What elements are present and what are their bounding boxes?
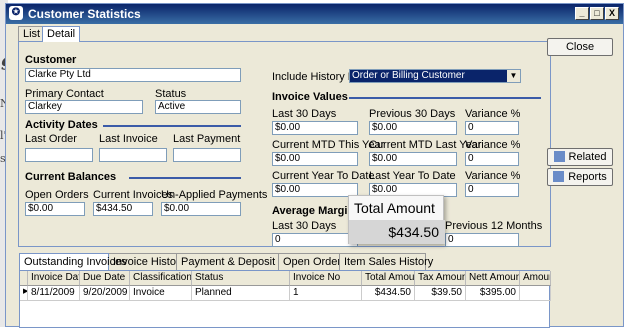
table-cell[interactable]: $395.00 <box>466 286 520 301</box>
window-title: Customer Statistics <box>28 7 141 21</box>
table-cell[interactable]: 8/11/2009 <box>28 286 80 301</box>
detail-panel: Customer Clarke Pty Ltd Primary Contact … <box>18 41 551 247</box>
related-icon <box>553 151 565 162</box>
column-header[interactable]: Invoice Date <box>28 271 80 286</box>
previous-12-months-label: Previous 12 Months <box>445 220 543 232</box>
unapplied-payments-label: Un-Applied Payments <box>161 189 268 201</box>
app-icon: ✪ <box>9 6 23 20</box>
tab-open-orders[interactable]: Open Orders <box>278 253 347 270</box>
column-header[interactable]: Amour <box>520 271 551 286</box>
average-last-30-days-field[interactable]: 0 <box>272 233 358 247</box>
include-history-value: Order or Billing Customer <box>352 70 465 81</box>
primary-contact-label: Primary Contact <box>25 88 104 100</box>
average-last-30-days-label: Last 30 Days <box>272 220 337 232</box>
variance-label: Variance % <box>465 170 521 182</box>
current-invoices-field[interactable]: $434.50 <box>93 202 153 216</box>
invoices-grid: Invoice Date Due Date Classification Sta… <box>19 270 551 328</box>
current-ytd-field[interactable]: $0.00 <box>272 183 358 197</box>
unapplied-payments-field[interactable]: $0.00 <box>161 202 241 216</box>
customer-name-field[interactable]: Clarke Pty Ltd <box>25 68 241 82</box>
column-header[interactable]: Status <box>192 271 290 286</box>
tooltip-title: Total Amount <box>354 200 435 216</box>
last-30-days-field[interactable]: $0.00 <box>272 121 358 135</box>
primary-contact-field[interactable]: Clarkey <box>25 100 143 114</box>
last-order-label: Last Order <box>25 133 77 145</box>
activity-dates-heading: Activity Dates <box>25 119 98 131</box>
tooltip-value: $434.50 <box>349 220 445 244</box>
table-cell[interactable]: Invoice <box>130 286 192 301</box>
balances-divider <box>129 177 241 179</box>
column-header[interactable]: Nett Amount <box>466 271 520 286</box>
include-history-select[interactable]: Order or Billing Customer ▼ <box>349 69 521 83</box>
table-cell[interactable] <box>520 286 551 301</box>
table-cell[interactable]: 1 <box>290 286 362 301</box>
table-cell[interactable]: $39.50 <box>415 286 466 301</box>
tab-list[interactable]: List <box>18 26 43 42</box>
variance-field[interactable]: 0 <box>465 152 519 166</box>
reports-button-label: Reports <box>568 171 607 183</box>
row-pointer-icon[interactable]: ▶ <box>20 286 28 301</box>
current-balances-heading: Current Balances <box>25 171 117 183</box>
previous-30-days-field[interactable]: $0.00 <box>369 121 457 135</box>
tab-payment-deposit-history[interactable]: Payment & Deposit History <box>176 253 312 270</box>
last-30-days-label: Last 30 Days <box>272 108 337 120</box>
reports-icon <box>553 171 565 182</box>
table-cell[interactable]: $434.50 <box>362 286 415 301</box>
close-button[interactable]: Close <box>547 38 613 56</box>
minimize-button[interactable]: _ <box>575 7 589 20</box>
invoice-values-divider <box>349 97 541 99</box>
last-payment-label: Last Payment <box>173 133 241 145</box>
table-cell[interactable]: Planned <box>192 286 290 301</box>
total-amount-tooltip: Total Amount $434.50 <box>348 195 445 244</box>
column-header[interactable]: Due Date <box>80 271 130 286</box>
previous-12-months-field[interactable]: 0 <box>445 233 519 247</box>
current-ytd-label: Current Year To Date <box>272 170 375 182</box>
last-invoice-label: Last Invoice <box>99 133 158 145</box>
chevron-down-icon[interactable]: ▼ <box>507 70 520 82</box>
column-header[interactable]: Tax Amount <box>415 271 466 286</box>
current-mtd-this-year-field[interactable]: $0.00 <box>272 152 358 166</box>
customer-heading: Customer <box>25 54 77 66</box>
status-field[interactable]: Active <box>155 100 241 114</box>
current-mtd-this-year-label: Current MTD This Year <box>272 139 385 151</box>
related-button[interactable]: Related <box>547 148 613 166</box>
tab-outstanding-invoices[interactable]: Outstanding Invoices <box>19 253 127 270</box>
column-header[interactable]: Classification <box>130 271 192 286</box>
last-ytd-label: Last Year To Date <box>369 170 456 182</box>
variance-label: Variance % <box>465 108 521 120</box>
customer-statistics-window: ✪ Customer Statistics _ □ X List Detail … <box>5 3 624 328</box>
previous-30-days-label: Previous 30 Days <box>369 108 456 120</box>
row-selector-header <box>20 271 28 286</box>
open-orders-label: Open Orders <box>25 189 89 201</box>
variance-field[interactable]: 0 <box>465 121 519 135</box>
current-mtd-last-year-field[interactable]: $0.00 <box>369 152 457 166</box>
last-order-field[interactable] <box>25 148 93 162</box>
open-orders-field[interactable]: $0.00 <box>25 202 85 216</box>
tab-item-sales-history[interactable]: Item Sales History <box>339 253 433 270</box>
tab-detail[interactable]: Detail <box>42 26 80 42</box>
column-header[interactable]: Invoice No <box>290 271 362 286</box>
close-window-button[interactable]: X <box>605 7 619 20</box>
title-bar[interactable]: ✪ Customer Statistics _ □ X <box>6 4 623 24</box>
variance-field[interactable]: 0 <box>465 183 519 197</box>
activity-divider <box>103 125 241 127</box>
maximize-button[interactable]: □ <box>590 7 604 20</box>
table-cell[interactable]: 9/20/2009 <box>80 286 130 301</box>
last-invoice-field[interactable] <box>99 148 167 162</box>
reports-button[interactable]: Reports <box>547 168 613 186</box>
column-header[interactable]: Total Amount <box>362 271 415 286</box>
variance-label: Variance % <box>465 139 521 151</box>
status-label: Status <box>155 88 187 100</box>
related-button-label: Related <box>568 151 607 163</box>
average-margin-heading: Average Margin <box>272 205 355 217</box>
last-payment-field[interactable] <box>173 148 241 162</box>
invoice-values-heading: Invoice Values <box>272 91 348 103</box>
